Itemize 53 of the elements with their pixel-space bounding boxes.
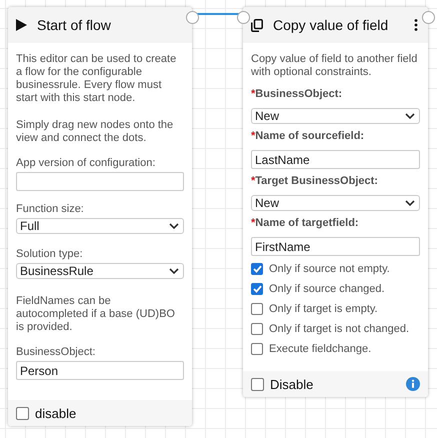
select-dropdown[interactable]: New (251, 108, 420, 124)
select-dropdown[interactable]: BusinessRule (16, 263, 184, 279)
field-label: Name of sourcefield: (255, 130, 364, 142)
node-card[interactable] (243, 7, 428, 397)
checkbox-label: Only if source not empty. (269, 263, 390, 275)
required-marker: * (251, 88, 256, 100)
select-dropdown[interactable]: Full (16, 218, 184, 234)
node-card[interactable] (8, 7, 192, 426)
connection-port[interactable] (422, 11, 435, 24)
checkbox-label: disable (35, 406, 78, 420)
description-text: This editor can be used to create a flow for the configurable businessrule. Every flow must start with this start node. (16, 53, 178, 105)
copy-icon (251, 18, 263, 32)
input-field[interactable] (16, 172, 184, 191)
checkbox-label: Only if source changed. (269, 283, 385, 295)
field-label: BusinessObject: (16, 346, 96, 358)
chevron-down-icon (405, 200, 415, 206)
checkbox[interactable] (251, 323, 263, 335)
checkbox[interactable] (251, 263, 263, 275)
description-text: Simply drag new nodes onto the view and connect the dots. (16, 119, 174, 145)
checkbox[interactable] (251, 343, 263, 355)
required-marker: * (251, 175, 256, 187)
checkbox[interactable] (16, 406, 29, 420)
field-label: App version of configuration: (16, 157, 156, 169)
checkbox[interactable] (251, 303, 263, 315)
description-text: Copy value of field to another field with optional constraints. (251, 53, 418, 79)
info-icon[interactable] (406, 377, 420, 391)
field-label: Solution type: (16, 248, 84, 260)
field-label: Name of targetfield: (255, 217, 359, 229)
chevron-down-icon (405, 113, 415, 119)
checkbox-label: Execute fieldchange. (269, 343, 372, 355)
required-marker: * (251, 217, 256, 229)
checkbox[interactable] (251, 378, 264, 390)
checkbox-label: Only if target is not changed. (269, 323, 410, 335)
select-dropdown[interactable]: New (251, 195, 420, 211)
checkbox-label: Only if target is empty. (269, 303, 378, 315)
required-marker: * (251, 130, 256, 142)
checkbox-label: Disable (270, 376, 314, 392)
input-field[interactable]: LastName (251, 150, 420, 169)
field-label: BusinessObject: (255, 88, 342, 100)
field-label: Target BusinessObject: (255, 175, 378, 187)
field-label: Function size: (16, 203, 85, 215)
description-text: FieldNames can be autocompleted if a base (UD)BO is provided. (16, 295, 176, 334)
node-title: Copy value of field (273, 17, 390, 33)
input-field[interactable]: FirstName (251, 237, 420, 256)
more-menu-icon[interactable] (414, 19, 418, 31)
play-icon (16, 19, 27, 31)
chevron-down-icon (169, 223, 179, 229)
input-field[interactable]: Person (16, 361, 184, 380)
node-title: Start of flow (37, 17, 112, 33)
checkbox[interactable] (251, 283, 263, 295)
chevron-down-icon (169, 268, 179, 274)
connection-port[interactable] (237, 11, 250, 24)
connection-port[interactable] (186, 11, 199, 24)
